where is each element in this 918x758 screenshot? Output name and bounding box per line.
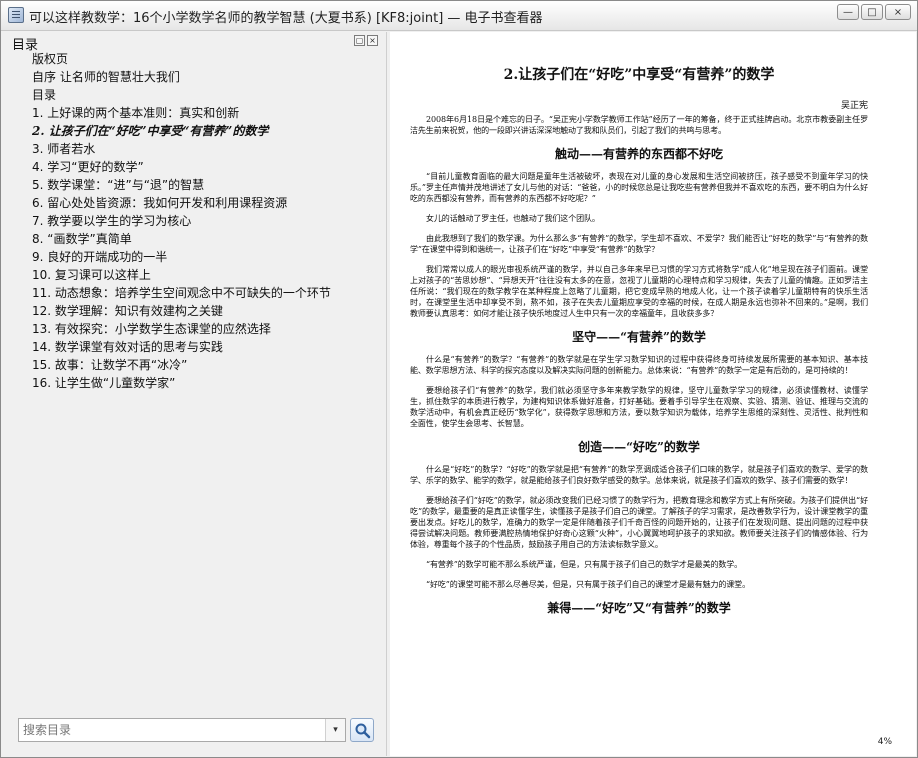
toc-item[interactable]: 12. 数学理解：知识有效建构之关键 [32, 302, 382, 320]
paragraph: 要想给孩子们“好吃”的数学，就必须改变我们已经习惯了的数学行为，把教育理念和教学… [410, 496, 868, 549]
search-button[interactable] [350, 718, 374, 742]
toc-item[interactable]: 6. 留心处处皆资源：我如何开发和利用课程资源 [32, 194, 382, 212]
toc-item[interactable]: 1. 上好课的两个基本准则：真实和创新 [32, 104, 382, 122]
section-heading: 坚守——“有营养”的数学 [572, 330, 706, 344]
paragraph: 女儿的话触动了罗主任，也触动了我们这个团队。 [426, 214, 600, 223]
chevron-down-icon[interactable]: ▾ [325, 719, 345, 741]
paragraph: “目前儿童教育面临的最大问题是童年生活被破坏，表现在对儿童的身心发展和生活空间被… [410, 172, 868, 203]
toc-item[interactable]: 14. 数学课堂有效对话的思考与实践 [32, 338, 382, 356]
paragraph: 2008年6月18日是个难忘的日子。“吴正宪小学数学教师工作站”经历了一年的筹备… [410, 115, 868, 135]
maximize-button[interactable]: □ [861, 4, 883, 20]
section-heading: 创造——“好吃”的数学 [578, 440, 700, 454]
document-content: 2.让孩子们在“好吃”中享受“有营养”的数学 吴正宪 2008年6月18日是个难… [410, 64, 868, 625]
toc-item[interactable]: 5. 数学课堂：“进”与“退”的智慧 [32, 176, 382, 194]
zoom-level: 4% [877, 737, 892, 747]
paragraph: 什么是“好吃”的数学？“好吃”的数学就是把“有营养”的数学烹调成适合孩子们口味的… [410, 465, 868, 485]
title-bar[interactable]: 可以这样教数学：16个小学数学名师的教学智慧 (大夏书系) [KF8:joint… [1, 1, 917, 31]
paragraph: “有营养”的数学可能不那么系统严谨，但是，只有属于孩子们自己的数学才是最美的数学… [426, 560, 743, 569]
toc-item[interactable]: 目录 [32, 86, 382, 104]
paragraph: 我们常常以成人的眼光审视系统严谨的数学，并以自己多年来早已习惯的学习方式将数学“… [410, 265, 868, 318]
toc-panel: 目录 ▢ × 版权页 自序 让名师的智慧壮大我们 目录 1. 上好课的两个基本准… [2, 32, 387, 756]
toc-item[interactable]: 自序 让名师的智慧壮大我们 [32, 68, 382, 86]
toc-list: 版权页 自序 让名师的智慧壮大我们 目录 1. 上好课的两个基本准则：真实和创新… [32, 50, 382, 392]
window-title: 可以这样教数学：16个小学数学名师的教学智慧 (大夏书系) [KF8:joint… [29, 11, 543, 26]
toc-item[interactable]: 16. 让学生做“儿童数学家” [32, 374, 382, 392]
toc-item-active[interactable]: 2. 让孩子们在“好吃”中享受“有营养”的数学 [32, 122, 382, 140]
toc-item[interactable]: 3. 师者若水 [32, 140, 382, 158]
paragraph: 由此我想到了我们的数学课。为什么那么多“有营养”的数学，学生却不喜欢、不爱学？我… [410, 234, 868, 254]
author-name: 吴正宪 [840, 101, 868, 111]
float-panel-button[interactable]: ▢ [354, 35, 365, 46]
paragraph: 什么是“有营养”的数学？“有营养”的数学就是在学生学习数学知识的过程中获得终身可… [410, 355, 868, 375]
paragraph: “好吃”的课堂可能不那么尽善尽美，但是，只有属于孩子们自己的课堂才是最有魅力的课… [426, 580, 750, 589]
chapter-title: 2.让孩子们在“好吃”中享受“有营养”的数学 [503, 67, 775, 83]
toc-item[interactable]: 版权页 [32, 50, 382, 68]
toc-search-input[interactable] [19, 719, 325, 741]
toc-search-box: ▾ [18, 718, 346, 742]
ebook-viewer-window: 可以这样教数学：16个小学数学名师的教学智慧 (大夏书系) [KF8:joint… [0, 0, 918, 758]
toc-item[interactable]: 4. 学习“更好的数学” [32, 158, 382, 176]
toc-item[interactable]: 7. 教学要以学生的学习为核心 [32, 212, 382, 230]
reader-pane[interactable]: 2.让孩子们在“好吃”中享受“有营养”的数学 吴正宪 2008年6月18日是个难… [390, 32, 916, 756]
window-controls: — □ × [837, 4, 911, 20]
toc-item[interactable]: 15. 故事：让数学不再“冰冷” [32, 356, 382, 374]
paragraph: 要想给孩子们“有营养”的数学，我们就必须坚守多年来教学数学的规律，坚守儿童数学学… [410, 386, 868, 428]
section-heading: 兼得——“好吃”又“有营养”的数学 [547, 601, 731, 615]
toc-header-buttons: ▢ × [354, 35, 378, 46]
section-heading: 触动——有营养的东西都不好吃 [554, 147, 723, 161]
toc-item[interactable]: 11. 动态想象：培养学生空间观念中不可缺失的一个环节 [32, 284, 382, 302]
app-icon [8, 7, 24, 23]
minimize-button[interactable]: — [837, 4, 859, 20]
search-icon [355, 723, 370, 738]
toc-item[interactable]: 9. 良好的开端成功的一半 [32, 248, 382, 266]
close-panel-button[interactable]: × [367, 35, 378, 46]
toc-item[interactable]: 8. “画数学”真简单 [32, 230, 382, 248]
toc-item[interactable]: 13. 有效探究：小学数学生态课堂的应然选择 [32, 320, 382, 338]
close-button[interactable]: × [885, 4, 911, 20]
toc-item[interactable]: 10. 复习课可以这样上 [32, 266, 382, 284]
